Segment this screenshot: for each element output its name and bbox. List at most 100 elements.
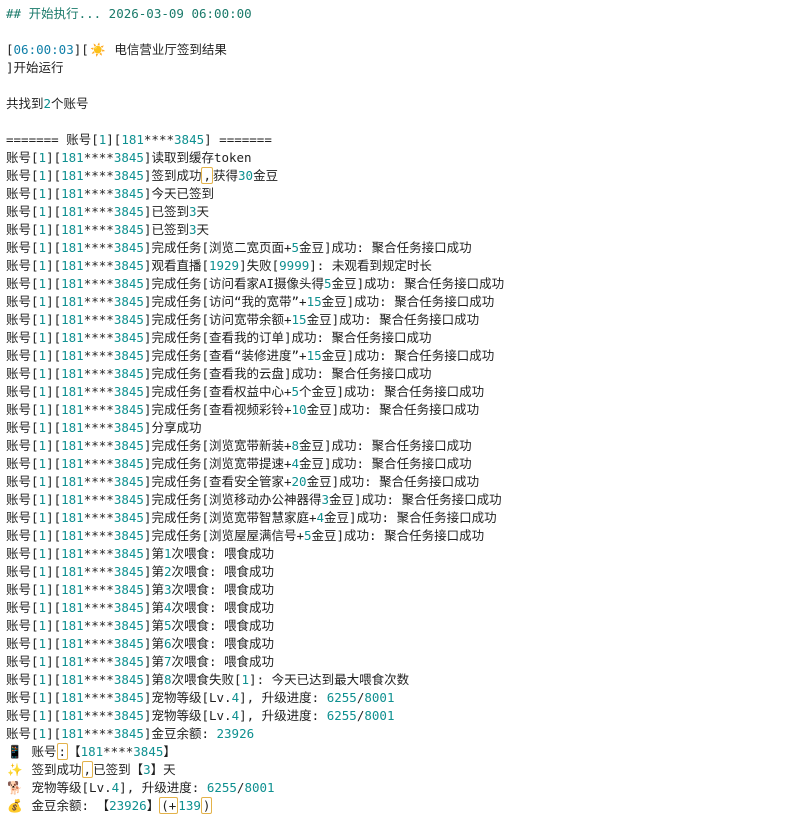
log-text: 账号[ (6, 420, 39, 435)
log-text: ]: 未观看到规定时长 (309, 258, 432, 273)
log-number: 181 (61, 150, 84, 165)
log-text: 账号[ (6, 348, 39, 363)
log-number: 3845 (113, 528, 144, 543)
log-number: 4 (316, 510, 325, 525)
log-text: 金豆]成功: 聚合任务接口成功 (299, 438, 472, 453)
highlighted-punctuation: , (81, 761, 94, 778)
log-number: 181 (61, 690, 84, 705)
log-number: 3845 (174, 132, 205, 147)
log-line: 账号[1][181****3845]第7次喂食: 喂食成功 (6, 653, 805, 671)
log-text: 次喂食失败[ (171, 672, 242, 687)
log-number: 181 (61, 276, 84, 291)
log-number: 2 (43, 96, 52, 111)
log-number: 8001 (364, 708, 395, 723)
log-blank-line (6, 77, 805, 95)
log-text: [ (6, 42, 14, 57)
log-text: ][ (73, 42, 89, 57)
log-number: 181 (61, 618, 84, 633)
log-blank-line (6, 113, 805, 131)
log-number: 3845 (113, 294, 144, 309)
log-number: 1 (38, 204, 47, 219)
log-text: ]今天已签到 (143, 186, 214, 201)
log-text: ]第 (143, 546, 164, 561)
log-number: 1 (38, 654, 47, 669)
log-line: 账号[1][181****3845]完成任务[浏览宽带智慧家庭+4金豆]成功: … (6, 509, 805, 527)
log-text: ]完成任务[访问宽带余额+ (143, 312, 292, 327)
log-number: 1929 (208, 258, 240, 273)
log-line: 账号[1][181****3845]第8次喂食失败[1]: 今天已达到最大喂食次… (6, 671, 805, 689)
log-text: **** (83, 402, 114, 417)
log-number: 181 (61, 708, 84, 723)
log-line: 账号[1][181****3845]观看直播[1929]失败[9999]: 未观… (6, 257, 805, 275)
log-text: **** (83, 294, 114, 309)
log-text: ]观看直播[ (143, 258, 209, 273)
log-number: 3845 (113, 654, 144, 669)
log-text: **** (83, 654, 114, 669)
log-text: 账号[ (6, 222, 39, 237)
log-number: 1 (38, 402, 47, 417)
log-text: ======= 账号[ (6, 132, 99, 147)
log-text: 账号[ (6, 708, 39, 723)
log-line: 账号[1][181****3845]完成任务[查看“装修进度”+15金豆]成功:… (6, 347, 805, 365)
log-text: 账号[ (6, 204, 39, 219)
log-text: 账号[ (6, 492, 39, 507)
log-timestamp: 06:00:03 (13, 42, 74, 57)
log-text: 账号[ (6, 294, 39, 309)
log-number: 1 (38, 474, 47, 489)
log-text: 金豆]成功: 聚合任务接口成功 (311, 528, 485, 543)
log-line: 账号[1][181****3845]完成任务[访问看家AI摄像头得5金豆]成功:… (6, 275, 805, 293)
log-number: 3845 (113, 186, 144, 201)
log-text: 金豆]成功: 聚合任务接口成功 (306, 402, 480, 417)
log-text: ][ (46, 438, 62, 453)
log-text: ][ (46, 510, 62, 525)
log-text: **** (83, 510, 114, 525)
log-text: ]完成任务[浏览屋屋满信号+ (143, 528, 304, 543)
log-number: 1 (38, 186, 47, 201)
log-text: 已签到【 (93, 762, 144, 777)
log-number: 1 (241, 672, 250, 687)
log-text: ][ (46, 366, 62, 381)
log-text: **** (83, 276, 114, 291)
log-number: 1 (38, 708, 47, 723)
log-text: **** (83, 186, 114, 201)
log-text: **** (83, 312, 114, 327)
log-number: 181 (61, 294, 84, 309)
log-text: **** (83, 366, 114, 381)
log-text: **** (103, 744, 134, 759)
log-text: 共找到 (6, 96, 44, 111)
log-number: 6255 (206, 780, 237, 795)
log-text: 金豆]成功: 聚合任务接口成功 (324, 510, 497, 525)
log-text: **** (83, 636, 114, 651)
log-text: 次喂食: 喂食成功 (171, 618, 275, 633)
log-text: ][ (46, 276, 62, 291)
log-text: 账号[ (6, 438, 39, 453)
log-line: 账号[1][181****3845]今天已签到 (6, 185, 805, 203)
log-line: 💰 金豆余额: 【23926】 (+ 139) (6, 797, 805, 815)
log-text: ]签到成功 (143, 168, 202, 183)
log-text: 账号[ (6, 510, 39, 525)
log-line: ✨ 签到成功, 已签到【3】天 (6, 761, 805, 779)
log-number: 3845 (113, 438, 144, 453)
log-line: 📱 账号: 【181****3845】 (6, 743, 805, 761)
log-text: 账号[ (6, 384, 39, 399)
log-text: ]完成任务[浏览二宽页面+ (143, 240, 292, 255)
log-blank-line (6, 23, 805, 41)
log-number: 4 (291, 456, 300, 471)
phone-icon: 📱 (7, 744, 23, 759)
log-text: 金豆]成功: 聚合任务接口成功 (306, 312, 480, 327)
log-number: 1 (38, 492, 47, 507)
highlighted-punctuation: ) (200, 797, 213, 814)
log-number: 15 (306, 348, 322, 363)
log-text: **** (83, 546, 114, 561)
log-number: 1 (38, 636, 47, 651)
log-number: 1 (38, 276, 47, 291)
log-number: 3845 (113, 672, 144, 687)
log-number: 1 (38, 582, 47, 597)
log-text: **** (83, 528, 114, 543)
log-text: ]分享成功 (143, 420, 202, 435)
log-text: ]完成任务[查看视频彩铃+ (143, 402, 292, 417)
log-text: ][ (46, 330, 62, 345)
log-line: 账号[1][181****3845]签到成功, 获得30金豆 (6, 167, 805, 185)
log-text: **** (83, 582, 114, 597)
log-text: ][ (46, 186, 62, 201)
